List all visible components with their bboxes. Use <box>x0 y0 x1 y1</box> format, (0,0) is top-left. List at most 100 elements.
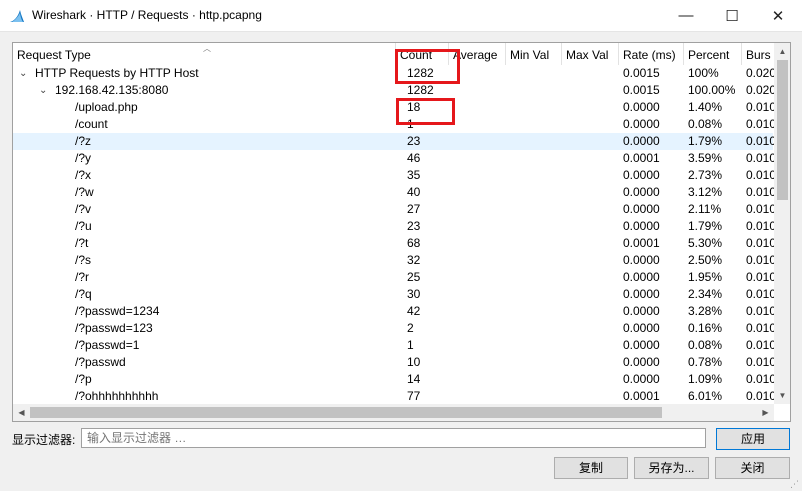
row-request-type: /?ohhhhhhhhhh <box>75 389 159 403</box>
row-percent: 6.01% <box>688 389 723 403</box>
row-count: 10 <box>407 355 421 369</box>
table-row[interactable]: ⌄ 192.168.42.135:8080 1282 0.0015 100.00% 0.0… <box>13 82 774 99</box>
row-count: 32 <box>407 253 421 267</box>
row-percent: 0.08% <box>688 338 723 352</box>
row-burst: 0.010 <box>746 236 774 250</box>
row-request-type: /?y <box>75 151 92 165</box>
table-row[interactable]: /?p 14 0.0000 1.09% 0.010 <box>13 371 774 388</box>
expand-chevron-icon[interactable]: ⌄ <box>19 65 27 82</box>
row-burst: 0.010 <box>746 117 774 131</box>
minimize-button[interactable]: — <box>663 0 709 31</box>
table-row[interactable]: /?w 40 0.0000 3.12% 0.010 <box>13 184 774 201</box>
table-row[interactable]: /?ohhhhhhhhhh 77 0.0001 6.01% 0.010 <box>13 388 774 405</box>
row-count: 2 <box>407 321 414 335</box>
column-header-max-val[interactable]: Max Val <box>562 43 619 65</box>
row-rate: 0.0000 <box>623 355 660 369</box>
table-row[interactable]: /?v 27 0.0000 2.11% 0.010 <box>13 201 774 218</box>
row-rate: 0.0000 <box>623 168 660 182</box>
row-request-type: /count <box>75 117 108 131</box>
row-burst: 0.010 <box>746 355 774 369</box>
table-row[interactable]: /?u 23 0.0000 1.79% 0.010 <box>13 218 774 235</box>
row-request-type: /?w <box>75 185 94 199</box>
row-burst: 0.010 <box>746 202 774 216</box>
row-count: 40 <box>407 185 421 199</box>
row-burst: 0.010 <box>746 304 774 318</box>
row-request-type: /?u <box>75 219 92 233</box>
column-header-percent[interactable]: Percent <box>684 43 742 65</box>
vertical-scroll-thumb[interactable] <box>777 60 788 200</box>
horizontal-scroll-thumb[interactable] <box>30 407 662 418</box>
row-rate: 0.0000 <box>623 338 660 352</box>
scroll-up-arrow-icon[interactable]: ▲ <box>774 43 790 60</box>
table-body: ⌄ HTTP Requests by HTTP Host 1282 0.0015 100… <box>13 65 774 405</box>
display-filter-label: 显示过滤器: <box>12 433 76 447</box>
row-count: 1282 <box>407 83 434 97</box>
row-burst: 0.010 <box>746 253 774 267</box>
row-request-type: /?s <box>75 253 92 267</box>
vertical-scrollbar[interactable]: ▲ ▼ <box>774 43 790 404</box>
apply-filter-button[interactable]: 应用 <box>716 428 790 450</box>
row-count: 35 <box>407 168 421 182</box>
table-row[interactable]: /upload.php 18 0.0000 1.40% 0.010 <box>13 99 774 116</box>
table-row[interactable]: /?passwd=1 1 0.0000 0.08% 0.010 <box>13 337 774 354</box>
scroll-down-arrow-icon[interactable]: ▼ <box>774 387 790 404</box>
row-percent: 100.00% <box>688 83 736 97</box>
maximize-button[interactable]: ☐ <box>709 0 755 31</box>
row-percent: 1.95% <box>688 270 723 284</box>
row-burst: 0.010 <box>746 134 774 148</box>
table-row[interactable]: /?s 32 0.0000 2.50% 0.010 <box>13 252 774 269</box>
close-button[interactable]: 关闭 <box>715 457 790 479</box>
row-rate: 0.0000 <box>623 185 660 199</box>
row-request-type: /?x <box>75 168 92 182</box>
resize-grip-icon[interactable]: ⋰ <box>790 479 800 489</box>
table-row[interactable]: /count 1 0.0000 0.08% 0.010 <box>13 116 774 133</box>
row-burst: 0.020 <box>746 66 774 80</box>
table-row[interactable]: /?passwd 10 0.0000 0.78% 0.010 <box>13 354 774 371</box>
row-rate: 0.0000 <box>623 202 660 216</box>
row-burst: 0.010 <box>746 151 774 165</box>
table-row[interactable]: /?passwd=123 2 0.0000 0.16% 0.010 <box>13 320 774 337</box>
table-row[interactable]: /?t 68 0.0001 5.30% 0.010 <box>13 235 774 252</box>
row-count: 42 <box>407 304 421 318</box>
save-as-button[interactable]: 另存为... <box>634 457 709 479</box>
copy-button[interactable]: 复制 <box>554 457 628 479</box>
expand-chevron-icon[interactable]: ⌄ <box>39 82 47 99</box>
table-row[interactable]: /?y 46 0.0001 3.59% 0.010 <box>13 150 774 167</box>
column-header-min-val[interactable]: Min Val <box>506 43 562 65</box>
scroll-left-arrow-icon[interactable]: ◀ <box>13 404 30 421</box>
row-rate: 0.0015 <box>623 66 660 80</box>
table-row[interactable]: /?passwd=1234 42 0.0000 3.28% 0.010 <box>13 303 774 320</box>
row-percent: 2.50% <box>688 253 723 267</box>
display-filter-input[interactable] <box>81 428 706 448</box>
table-row[interactable]: /?x 35 0.0000 2.73% 0.010 <box>13 167 774 184</box>
table-row[interactable]: /?q 30 0.0000 2.34% 0.010 <box>13 286 774 303</box>
row-rate: 0.0001 <box>623 389 660 403</box>
row-rate: 0.0000 <box>623 134 660 148</box>
row-percent: 1.79% <box>688 219 723 233</box>
row-count: 46 <box>407 151 421 165</box>
row-rate: 0.0015 <box>623 83 660 97</box>
row-count: 1 <box>407 338 414 352</box>
table-row[interactable]: ⌄ HTTP Requests by HTTP Host 1282 0.0015 100… <box>13 65 774 82</box>
row-rate: 0.0000 <box>623 287 660 301</box>
row-percent: 2.73% <box>688 168 723 182</box>
column-header-burst[interactable]: Burs <box>742 43 773 65</box>
close-window-button[interactable]: ✕ <box>755 0 801 31</box>
row-percent: 3.59% <box>688 151 723 165</box>
row-request-type: /?passwd <box>75 355 126 369</box>
table-row[interactable]: /?r 25 0.0000 1.95% 0.010 <box>13 269 774 286</box>
scroll-right-arrow-icon[interactable]: ▶ <box>757 404 774 421</box>
column-header-rate[interactable]: Rate (ms) <box>619 43 684 65</box>
row-request-type: /?r <box>75 270 90 284</box>
row-count: 14 <box>407 372 421 386</box>
table-row[interactable]: /?z 23 0.0000 1.79% 0.010 <box>13 133 774 150</box>
row-count: 68 <box>407 236 421 250</box>
row-percent: 5.30% <box>688 236 723 250</box>
row-percent: 2.34% <box>688 287 723 301</box>
row-percent: 2.11% <box>688 202 722 216</box>
row-count: 77 <box>407 389 421 403</box>
wireshark-fin-icon <box>10 10 24 22</box>
row-percent: 100% <box>688 66 719 80</box>
row-request-type: /upload.php <box>75 100 138 114</box>
horizontal-scrollbar[interactable]: ◀ ▶ <box>13 404 774 421</box>
